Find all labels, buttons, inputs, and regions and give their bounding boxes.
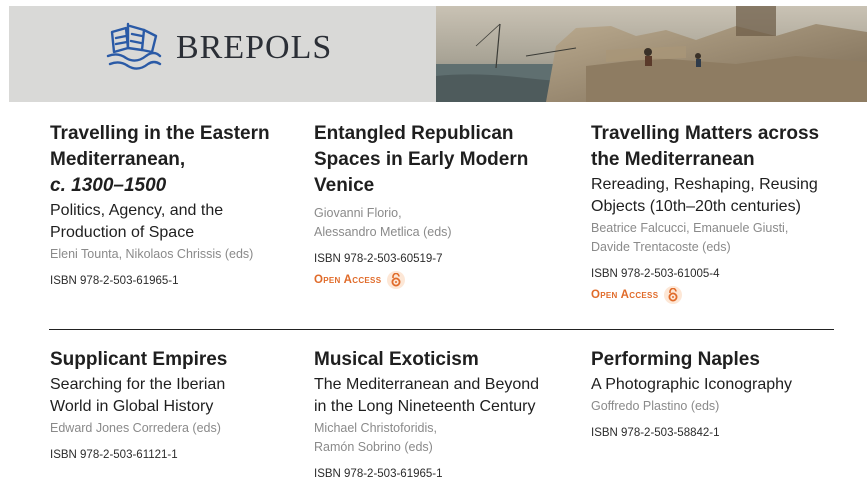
ship-logo-icon [106, 22, 162, 70]
book-card[interactable]: Supplicant Empires Searching for the Ibe… [50, 347, 300, 463]
book-editors: Eleni Tounta, Nikolaos Chrissis (eds) [50, 247, 254, 261]
book-isbn: ISBN 978-2-503-61005-4 [591, 268, 720, 280]
open-access-lock-icon [664, 286, 683, 304]
book-card[interactable]: Musical Exoticism The Mediterranean and … [314, 347, 584, 482]
book-isbn: ISBN 978-2-503-61965-1 [314, 468, 443, 480]
book-title[interactable]: Performing Naples [591, 347, 861, 373]
book-subtitle: The Mediterranean and Beyond in the Long… [314, 376, 540, 415]
book-subtitle: Rereading, Reshaping, Reusing Objects (1… [591, 176, 818, 215]
book-card[interactable]: Travelling in the Eastern Mediterranean,… [50, 121, 300, 289]
hero-painting [436, 6, 867, 102]
open-access-lock-icon [387, 271, 406, 289]
book-subtitle: A Photographic Iconography [591, 376, 793, 393]
book-title[interactable]: Supplicant Empires [50, 347, 300, 373]
open-access-label: Open Access [314, 274, 382, 286]
book-isbn: ISBN 978-2-503-58842-1 [591, 427, 720, 439]
book-editors: Edward Jones Corredera (eds) [50, 421, 221, 435]
book-subtitle: Politics, Agency, and the Production of … [50, 202, 224, 241]
painting-image [436, 6, 867, 102]
open-access-badge[interactable]: Open Access [314, 271, 564, 289]
book-isbn: ISBN 978-2-503-61965-1 [50, 275, 179, 287]
book-editors: Beatrice Falcucci, Emanuele Giusti, Davi… [591, 221, 789, 254]
book-editors: Michael Christoforidis, Ramón Sobrino (e… [314, 421, 437, 454]
brand-name: BREPOLS [176, 29, 333, 66]
book-isbn: ISBN 978-2-503-61121-1 [50, 449, 178, 461]
book-isbn: ISBN 978-2-503-60519-7 [314, 253, 443, 265]
book-title[interactable]: Musical Exoticism [314, 347, 584, 373]
book-title[interactable]: Entangled Republican Spaces in Early Mod… [314, 121, 564, 199]
book-editors: Giovanni Florio, Alessandro Metlica (eds… [314, 206, 452, 239]
book-card[interactable]: Performing Naples A Photographic Iconogr… [591, 347, 861, 441]
book-card[interactable]: Entangled Republican Spaces in Early Mod… [314, 121, 564, 289]
open-access-label: Open Access [591, 289, 659, 301]
brand-logo[interactable]: BREPOLS [104, 20, 332, 76]
book-title[interactable]: Travelling Matters across the Mediterran… [591, 121, 861, 173]
book-title[interactable]: Travelling in the Eastern Mediterranean,… [50, 121, 300, 199]
book-card[interactable]: Travelling Matters across the Mediterran… [591, 121, 861, 304]
book-editors: Goffredo Plastino (eds) [591, 399, 720, 413]
section-divider [49, 329, 834, 330]
open-access-badge[interactable]: Open Access [591, 286, 861, 304]
book-subtitle: Searching for the Iberian World in Globa… [50, 376, 226, 415]
